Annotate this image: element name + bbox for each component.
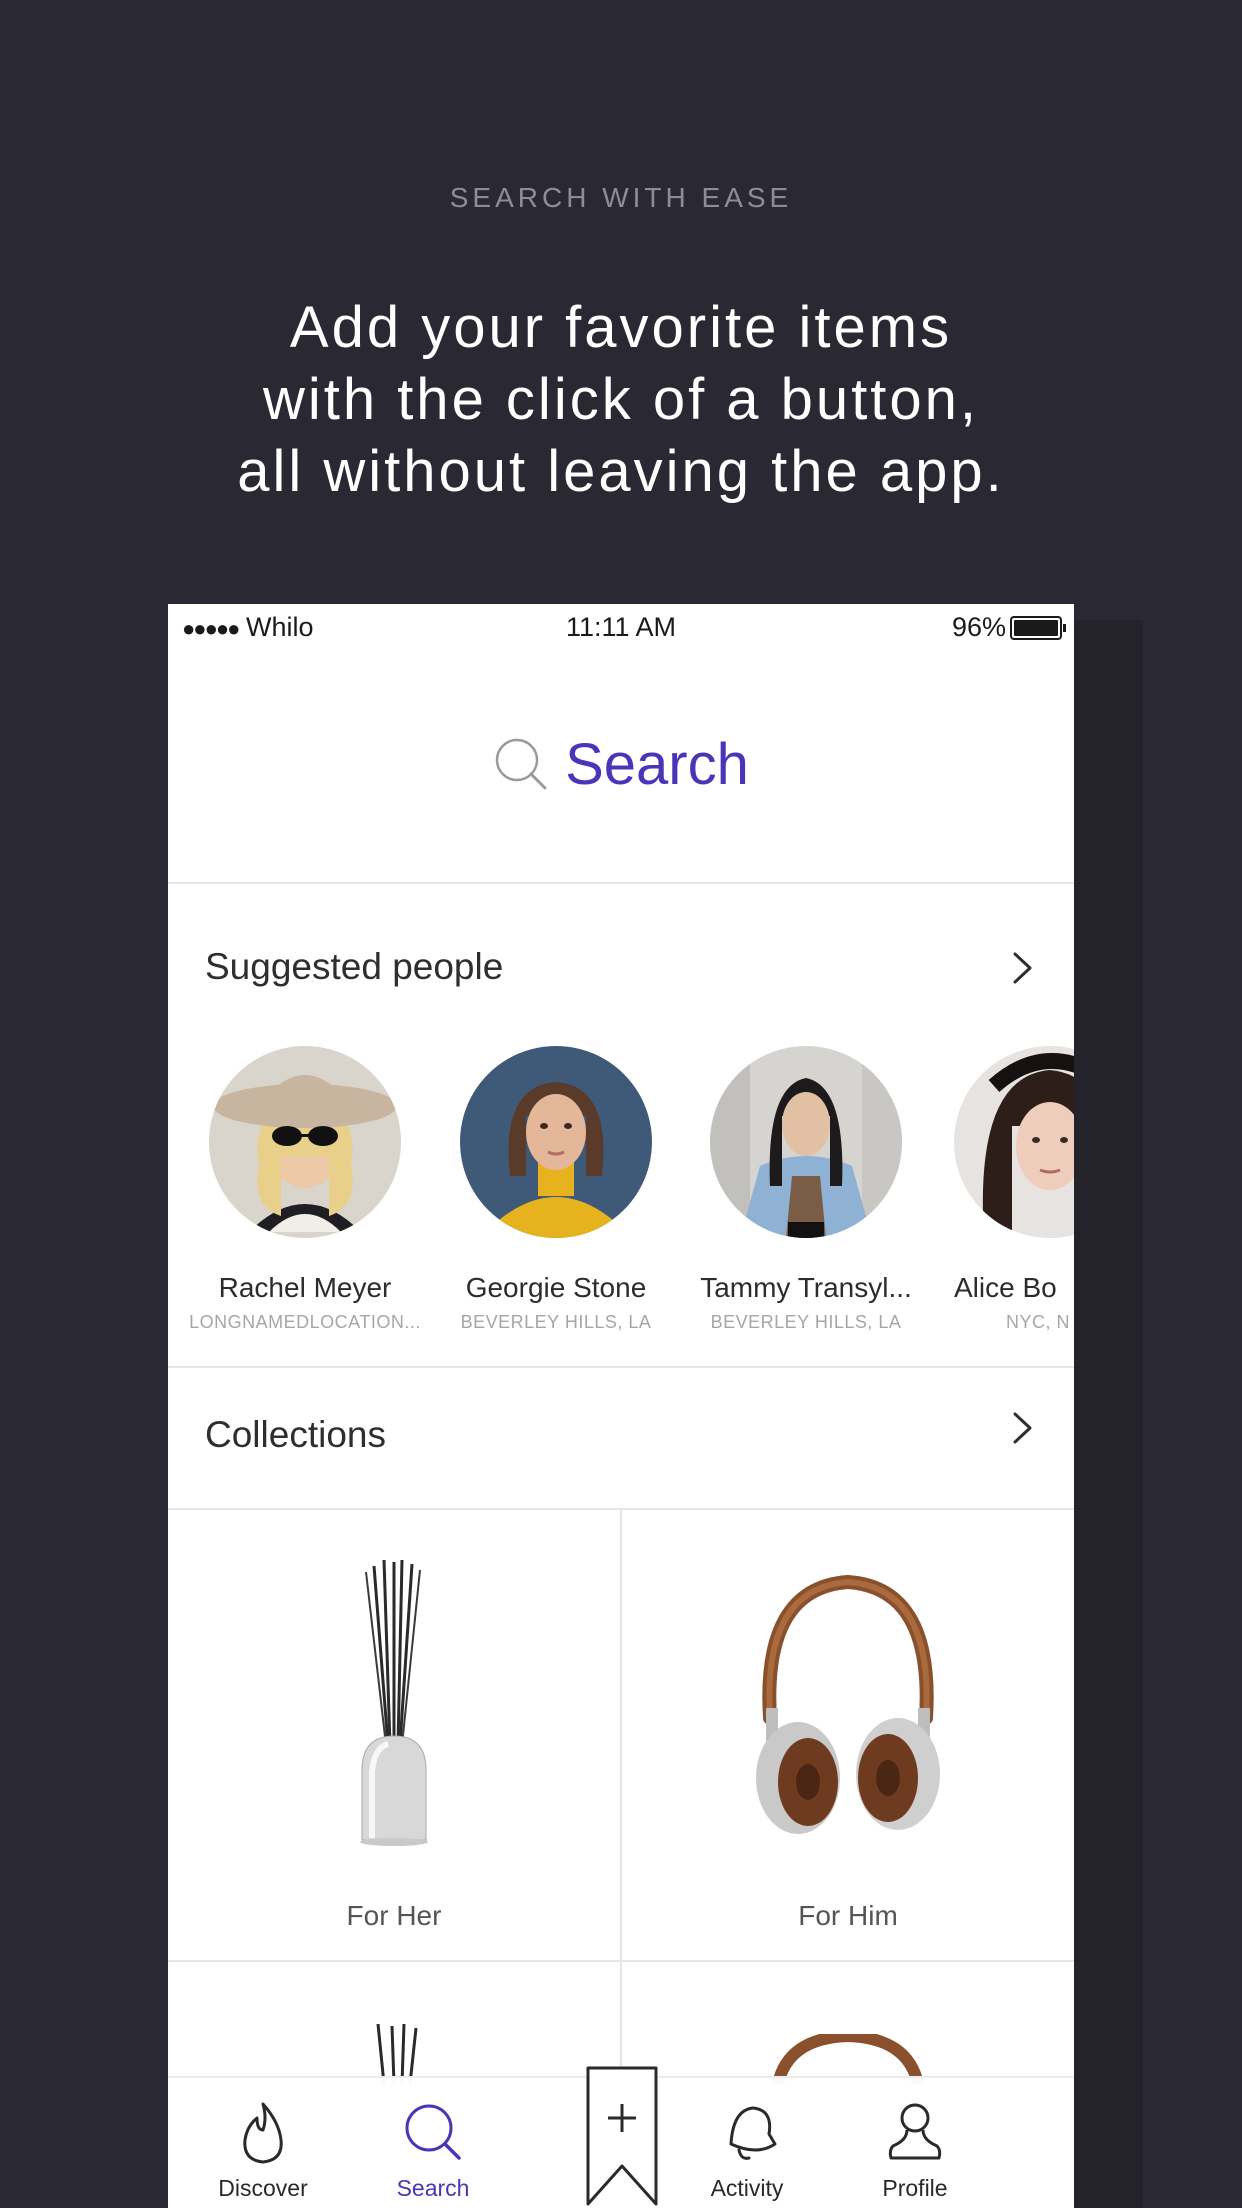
collection-label: For Her [346, 1900, 442, 1931]
divider [168, 882, 1074, 884]
person-card[interactable]: Alice Bo NYC, N [936, 1046, 1074, 1333]
tab-profile[interactable]: Profile [850, 2078, 980, 2208]
collection-tile[interactable] [622, 1510, 1074, 1960]
search-icon [405, 2104, 461, 2160]
promo-eyebrow: SEARCH WITH EASE [449, 182, 793, 213]
tab-discover[interactable]: Discover [198, 2078, 328, 2208]
diffuser-image [376, 2024, 418, 2084]
battery-percent: 96% [951, 612, 1006, 642]
divider [168, 1366, 1074, 1368]
bell-icon [729, 2106, 777, 2160]
person-card[interactable]: Rachel Meyer LONGNAMEDLOCATION... [185, 1046, 425, 1333]
divider [168, 1960, 1074, 1962]
person-card[interactable]: Tammy Transyl... BEVERLEY HILLS, LA [686, 1046, 926, 1333]
collection-label: For Him [798, 1900, 898, 1931]
promo-headline: Add your favorite items with the click o… [0, 292, 1242, 508]
bookmark-add-icon[interactable] [586, 2066, 658, 2208]
person-icon [888, 2103, 942, 2160]
headline-line: all without leaving the app. [237, 439, 1005, 504]
flame-icon [243, 2102, 283, 2164]
tab-label: Activity [710, 2175, 784, 2201]
section-title-collections: Collections [205, 1414, 386, 1455]
person-name: Alice Bo [954, 1272, 1057, 1303]
search-icon [495, 738, 547, 790]
status-bar: ●●●●● Whilo 11:11 AM 96% [168, 604, 1074, 654]
person-location: BEVERLEY HILLS, LA [460, 1312, 652, 1332]
headphones-image [756, 1574, 940, 1834]
headline-line: with the click of a button, [262, 367, 980, 432]
search-field[interactable]: Search [168, 714, 1074, 814]
section-title-suggested-people: Suggested people [205, 946, 504, 987]
tab-label: Discover [218, 2175, 308, 2201]
tab-label: Profile [882, 2175, 948, 2201]
avatar [710, 1046, 902, 1238]
avatar [954, 1046, 1074, 1238]
tab-activity[interactable]: Activity [682, 2078, 812, 2208]
battery-icon [1010, 615, 1066, 640]
chevron-right-icon[interactable] [1010, 950, 1036, 986]
tab-search[interactable]: Search [368, 2078, 498, 2208]
tab-label: Search [396, 2175, 470, 2201]
phone-screen: ●●●●● Whilo 11:11 AM 96% Search Suggeste… [168, 604, 1074, 2208]
avatar [209, 1046, 401, 1238]
battery-indicator: 96% [951, 612, 1066, 643]
chevron-right-icon[interactable] [1010, 1410, 1036, 1446]
person-name: Rachel Meyer [218, 1272, 392, 1303]
person-name: Georgie Stone [465, 1272, 647, 1303]
headline-line: Add your favorite items [289, 295, 953, 360]
person-location: LONGNAMEDLOCATION... [189, 1312, 421, 1332]
search-label: Search [565, 731, 749, 797]
person-location: BEVERLEY HILLS, LA [710, 1312, 902, 1332]
status-time: 11:11 AM [565, 612, 677, 642]
person-card[interactable]: Georgie Stone BEVERLEY HILLS, LA [436, 1046, 676, 1333]
avatar [460, 1046, 652, 1238]
person-name: Tammy Transyl... [700, 1272, 912, 1303]
person-location: NYC, N [1006, 1312, 1071, 1332]
diffuser-image [360, 1560, 428, 1846]
collection-tile[interactable] [168, 1510, 620, 1960]
